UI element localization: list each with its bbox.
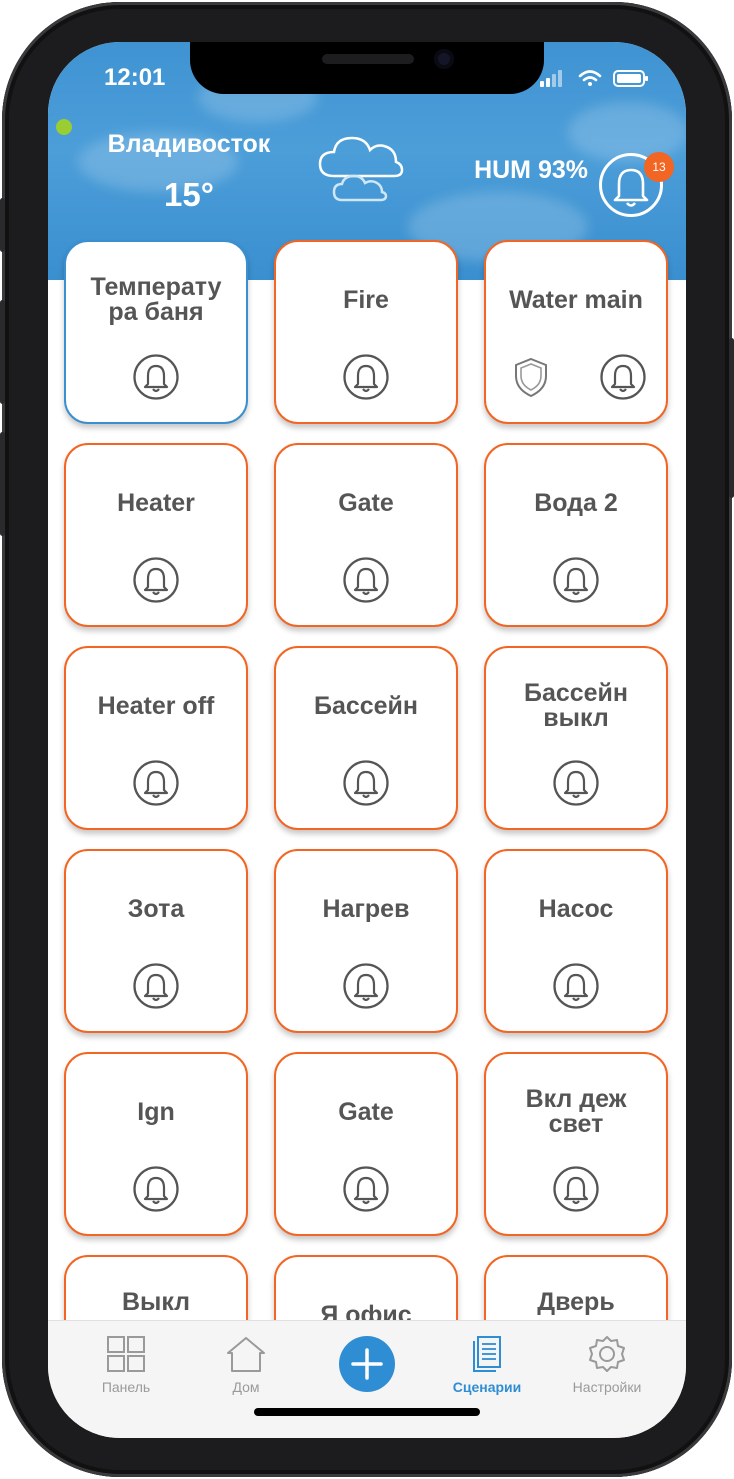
scenario-label: Нагрев (322, 894, 410, 923)
scenario-grid: Температу ра баня Fire Water main Heater… (48, 42, 686, 1438)
shield-icon (515, 357, 547, 398)
scenario-label: Water main (509, 285, 643, 314)
bell-icon[interactable] (133, 354, 179, 400)
scenario-tile[interactable]: Fire (274, 240, 458, 424)
bell-icon[interactable] (553, 557, 599, 603)
bell-icon[interactable] (553, 963, 599, 1009)
scenario-tile[interactable]: Зота (64, 849, 248, 1033)
scenario-tile[interactable]: Температу ра баня (64, 240, 248, 424)
tab-label: Сценарии (452, 1379, 522, 1395)
scenario-tile[interactable]: Бассейн (274, 646, 458, 830)
power-button (729, 338, 734, 498)
scenario-label: Бассейн (313, 691, 419, 720)
bell-icon[interactable] (600, 354, 646, 400)
scenario-label: Бассейн выкл (523, 679, 629, 732)
scenario-tile[interactable]: Gate (274, 1052, 458, 1236)
home-indicator[interactable] (254, 1408, 480, 1416)
scenario-tile[interactable]: Бассейн выкл (484, 646, 668, 830)
scenario-tile[interactable]: Насос (484, 849, 668, 1033)
bell-icon[interactable] (553, 760, 599, 806)
bell-icon[interactable] (343, 557, 389, 603)
scenario-tile[interactable]: Ign (64, 1052, 248, 1236)
scenario-tile[interactable]: Вкл деж свет (484, 1052, 668, 1236)
scenario-label: Gate (338, 1097, 394, 1126)
tab-settings[interactable]: Настройки (557, 1335, 657, 1395)
tab-label: Панель (101, 1379, 151, 1395)
tab-home[interactable]: Дом (196, 1335, 296, 1395)
scenario-label: Насос (538, 894, 614, 923)
scenario-tile[interactable]: Нагрев (274, 849, 458, 1033)
scenario-tile[interactable]: Gate (274, 443, 458, 627)
bell-icon[interactable] (343, 354, 389, 400)
grid-icon (107, 1336, 145, 1372)
scenario-label: Ign (137, 1097, 175, 1126)
scenario-label: Heater off (97, 691, 215, 720)
scenario-tile[interactable]: Вода 2 (484, 443, 668, 627)
scenario-label: Вкл деж свет (525, 1085, 627, 1138)
scenario-label: Fire (343, 285, 389, 314)
scenario-label: Gate (338, 488, 394, 517)
scenario-tile[interactable]: Heater (64, 443, 248, 627)
bell-icon[interactable] (343, 1166, 389, 1212)
tab-label: Дом (232, 1379, 260, 1395)
plus-icon (351, 1348, 383, 1380)
mute-switch (0, 198, 5, 252)
scenario-tile[interactable]: Water main (484, 240, 668, 424)
bell-icon[interactable] (343, 760, 389, 806)
document-icon (473, 1336, 501, 1372)
gear-icon (589, 1336, 625, 1372)
volume-up-button (0, 300, 5, 404)
tab-label: Настройки (572, 1379, 642, 1395)
bell-icon[interactable] (133, 963, 179, 1009)
bell-icon[interactable] (133, 1166, 179, 1212)
scenario-label: Вода 2 (534, 488, 618, 517)
scenario-tile[interactable]: Heater off (64, 646, 248, 830)
tab-scenarios[interactable]: Сценарии (437, 1335, 537, 1395)
bell-icon[interactable] (553, 1166, 599, 1212)
bell-icon[interactable] (133, 557, 179, 603)
app-screen: 12:01 Владивосток 15° HUM 93% 13 Темпера… (48, 42, 686, 1438)
house-icon (227, 1337, 265, 1372)
scenario-label: Heater (117, 488, 195, 517)
bell-icon[interactable] (133, 760, 179, 806)
scenario-label: Температу ра баня (90, 273, 222, 326)
scenario-label: Зота (127, 894, 185, 923)
bell-icon[interactable] (343, 963, 389, 1009)
tab-panel[interactable]: Панель (76, 1335, 176, 1395)
volume-down-button (0, 432, 5, 536)
add-scenario-button[interactable] (339, 1336, 395, 1392)
